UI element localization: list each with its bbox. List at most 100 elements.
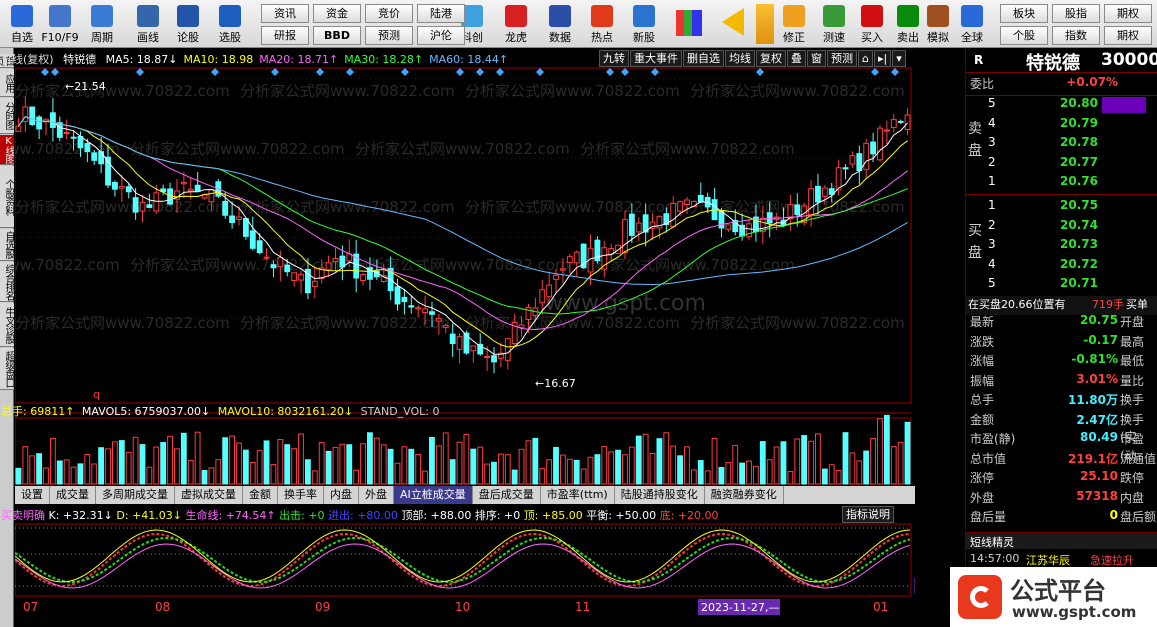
x-axis-label: 08 bbox=[155, 600, 170, 614]
toolbar-button-4[interactable]: 论股 bbox=[168, 2, 208, 46]
left-tab-7[interactable]: 牛叉诊股 bbox=[0, 303, 14, 347]
candle-body bbox=[815, 185, 821, 203]
toolbar-button-16[interactable]: 全球 bbox=[952, 2, 992, 46]
up-down-buttons[interactable] bbox=[756, 4, 774, 44]
left-tab-1[interactable]: 应用 bbox=[0, 69, 14, 97]
candle-body bbox=[787, 203, 794, 220]
chart-option-5[interactable]: 叠 bbox=[787, 50, 806, 67]
buy-row[interactable]: 4 20.72 bbox=[966, 257, 1157, 276]
toolbar-button-5[interactable]: 选股 bbox=[210, 2, 250, 46]
volume-bar bbox=[863, 450, 870, 485]
sell-row[interactable]: 4 20.79 bbox=[966, 116, 1157, 135]
candle-body bbox=[222, 200, 229, 216]
left-tab-8[interactable]: 超级盘口 bbox=[0, 348, 14, 390]
indicator-tab-7[interactable]: 外盘 bbox=[359, 486, 394, 504]
toolbar-button-2[interactable]: 周期 bbox=[82, 2, 122, 46]
sell-row[interactable]: 1 20.76 bbox=[966, 174, 1157, 193]
toolbar-button-9[interactable]: 热点 bbox=[582, 2, 622, 46]
toolbar-small-0-0[interactable]: 资讯 bbox=[261, 4, 309, 23]
chart-option-2[interactable]: 删自选 bbox=[683, 50, 724, 67]
toolbar-small-1-1[interactable]: BBD bbox=[313, 26, 361, 45]
sell-price: 20.78 bbox=[1060, 135, 1098, 149]
toolbar-button-7[interactable]: 龙虎 bbox=[496, 2, 536, 46]
toolbar-small-2-1[interactable]: 股指 bbox=[1052, 4, 1100, 23]
toolbar-small-0-2[interactable]: 竞价 bbox=[365, 4, 413, 23]
kline-chart[interactable]: 21.8120.4619.1117.75分析家公式网www.70822.com分… bbox=[0, 48, 958, 616]
grid-icon[interactable] bbox=[676, 10, 702, 36]
volume-bar bbox=[49, 437, 56, 485]
indicator-tab-2[interactable]: 多周期成交量 bbox=[96, 486, 175, 504]
toolbar-button-11[interactable]: 修正 bbox=[774, 2, 814, 46]
toolbar-small-2-2[interactable]: 期权 bbox=[1104, 4, 1152, 23]
chart-option-1[interactable]: 重大事件 bbox=[630, 50, 682, 67]
toolbar-button-0[interactable]: 自选 bbox=[2, 2, 42, 46]
toolbar-label: 热点 bbox=[591, 31, 613, 44]
indicator-tab-1[interactable]: 成交量 bbox=[50, 486, 96, 504]
chart-option-7[interactable]: 预测 bbox=[827, 50, 857, 67]
candle-body bbox=[98, 151, 105, 165]
watermark: 分析家公式网www.70822.com bbox=[240, 198, 455, 216]
toolbar-small-1-2[interactable]: 预测 bbox=[365, 26, 413, 45]
toolbar-button-12[interactable]: 测速 bbox=[814, 2, 854, 46]
indicator-tab-5[interactable]: 换手率 bbox=[278, 486, 324, 504]
indicator-tab-10[interactable]: 市盈率(ttm) bbox=[541, 486, 615, 504]
sell-row[interactable]: 2 20.77 bbox=[966, 155, 1157, 174]
chart-option-0[interactable]: 九转 bbox=[599, 50, 629, 67]
toolbar-small-0-3[interactable]: 陆港 bbox=[417, 4, 465, 23]
toolbar-small-2-0[interactable]: 板块 bbox=[1000, 4, 1048, 23]
toolbar-button-1[interactable]: F10/F9 bbox=[40, 2, 80, 46]
left-tab-4[interactable]: 个股资料 bbox=[0, 166, 14, 228]
toolbar-icon-12 bbox=[823, 5, 845, 27]
buy-row[interactable]: 2 20.74 bbox=[966, 218, 1157, 237]
buy-row[interactable]: 5 20.71 bbox=[966, 276, 1157, 295]
sprite-title-bar[interactable]: 短线精灵 bbox=[966, 532, 1157, 549]
buy-price: 20.72 bbox=[1060, 256, 1098, 271]
toolbar-button-8[interactable]: 数据 bbox=[540, 2, 580, 46]
chart-option-3[interactable]: 均线 bbox=[725, 50, 755, 67]
chart-option-4[interactable]: 复权 bbox=[756, 50, 786, 67]
chart-nav-icon-2[interactable]: ▾ bbox=[892, 50, 906, 67]
quote-label: 涨幅 bbox=[970, 354, 995, 368]
sprite-time: 14:57:00 bbox=[970, 552, 1020, 565]
toolbar-small-3-0[interactable]: 个股 bbox=[1000, 26, 1048, 45]
left-tab-2[interactable]: 分时图 bbox=[0, 98, 14, 134]
quote-row: 涨幅 -0.81% 最低 bbox=[966, 352, 1157, 371]
toolbar-small-1-3[interactable]: 沪伦 bbox=[417, 26, 465, 45]
buy-row[interactable]: 3 20.73 bbox=[966, 237, 1157, 256]
indicator-tab-3[interactable]: 虚拟成交量 bbox=[175, 486, 243, 504]
toolbar-small-3-2[interactable]: 期权 bbox=[1104, 26, 1152, 45]
toolbar-button-3[interactable]: 画线 bbox=[128, 2, 168, 46]
candle-body bbox=[491, 355, 497, 363]
indicator-tab-4[interactable]: 金额 bbox=[243, 486, 278, 504]
left-tab-6[interactable]: 综合排名 bbox=[0, 262, 14, 302]
toolbar-small-0-1[interactable]: 资金 bbox=[313, 4, 361, 23]
indicator-tab-11[interactable]: 陆股通持股变化 bbox=[615, 486, 705, 504]
left-tab-5[interactable]: 自选股 bbox=[0, 229, 14, 261]
sell-level: 3 bbox=[988, 135, 996, 149]
quote-row: 盘后量 0 盘后额 bbox=[966, 508, 1157, 527]
toolbar-button-10[interactable]: 新股 bbox=[624, 2, 664, 46]
indicator-tab-8[interactable]: AI立桩成交量 bbox=[394, 486, 473, 504]
toolbar-small-3-1[interactable]: 指数 bbox=[1052, 26, 1100, 45]
candle-body bbox=[746, 223, 752, 238]
toolbar-button-13[interactable]: 买入 bbox=[852, 2, 892, 46]
toolbar-small-1-0[interactable]: 研报 bbox=[261, 26, 309, 45]
volume-bar bbox=[429, 436, 435, 485]
sell-row[interactable]: 3 20.78 bbox=[966, 135, 1157, 154]
indicator-tab-0[interactable]: 设置 bbox=[15, 486, 50, 504]
volume-bar bbox=[539, 468, 546, 485]
chart-option-6[interactable]: 窗 bbox=[807, 50, 826, 67]
left-tab-3[interactable]: K线图 bbox=[0, 135, 14, 165]
volume-bar bbox=[670, 445, 677, 485]
indicator-tab-6[interactable]: 内盘 bbox=[324, 486, 359, 504]
arrow-button[interactable] bbox=[722, 8, 744, 36]
candle-body bbox=[298, 273, 304, 281]
watermark: 分析家公式网www.70822.com bbox=[15, 256, 120, 274]
volume-bar bbox=[566, 458, 573, 485]
buy-row[interactable]: 1 20.75 bbox=[966, 198, 1157, 217]
indicator-tab-9[interactable]: 盘后成交量 bbox=[473, 486, 541, 504]
indicator-tab-12[interactable]: 融资融券变化 bbox=[705, 486, 784, 504]
chart-nav-icon-1[interactable]: ▸| bbox=[873, 50, 892, 67]
indicator-help-button[interactable]: 指标说明 bbox=[842, 506, 894, 523]
chart-nav-icon-0[interactable]: ⌂ bbox=[858, 50, 873, 67]
